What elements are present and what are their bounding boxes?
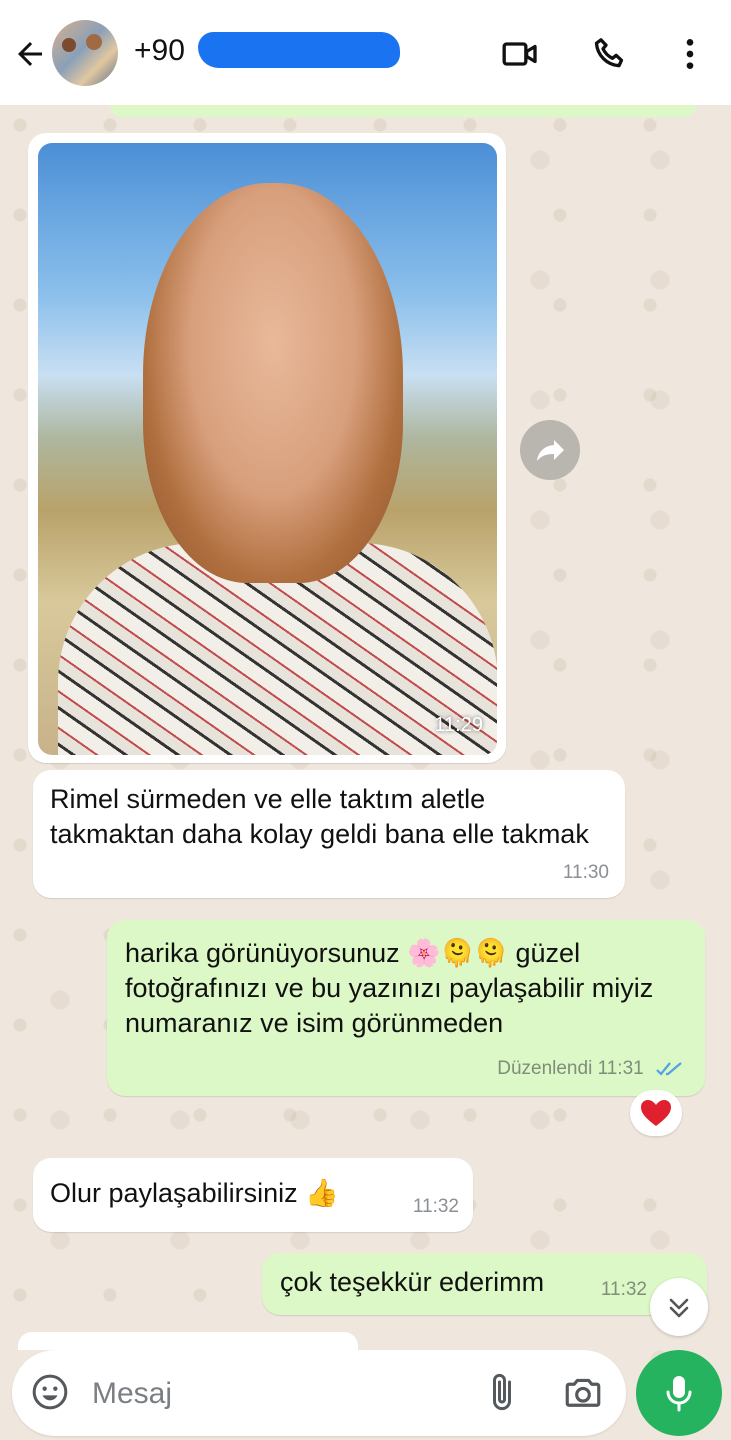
camera-icon[interactable] (562, 1372, 604, 1414)
message-text: Rimel sürmeden ve elle taktım aletle tak… (50, 784, 589, 849)
chat-header: +90 (0, 0, 731, 105)
next-incoming-bubble-edge (18, 1332, 358, 1350)
message-time: 11:32 (412, 1196, 459, 1217)
message-meta: Düzenlendi 11:31 (497, 1051, 685, 1086)
image-message-bubble[interactable]: 11:29 (28, 133, 506, 763)
contact-name[interactable]: +90 (134, 34, 185, 68)
phone-icon[interactable] (590, 34, 630, 74)
outgoing-message-bubble[interactable]: çok teşekkür ederimm 11:32 (262, 1253, 707, 1315)
photo-content-portrait (143, 183, 403, 583)
message-composer (12, 1350, 626, 1436)
message-input[interactable] (90, 1368, 474, 1420)
attach-icon[interactable] (482, 1372, 522, 1412)
message-text: harika görünüyorsunuz 🌸🫠🫠 güzel fotoğraf… (125, 938, 654, 1038)
heart-icon (641, 1100, 671, 1126)
message-text: çok teşekkür ederimm (280, 1267, 545, 1297)
read-receipt-icon (656, 1062, 682, 1076)
message-time: 11:29 (434, 714, 483, 736)
message-text: Olur paylaşabilirsiniz 👍 (50, 1178, 339, 1208)
emoji-icon[interactable] (30, 1372, 70, 1412)
contact-avatar[interactable] (52, 20, 118, 86)
forward-icon (537, 440, 564, 461)
microphone-icon (666, 1376, 692, 1412)
message-time: 11:30 (562, 862, 609, 883)
back-arrow-icon[interactable] (12, 36, 48, 72)
voice-message-button[interactable] (636, 1350, 722, 1436)
scroll-to-bottom-button[interactable] (650, 1278, 708, 1336)
outgoing-message-bubble[interactable]: harika görünüyorsunuz 🌸🫠🫠 güzel fotoğraf… (107, 920, 705, 1096)
incoming-message-bubble[interactable]: Rimel sürmeden ve elle taktım aletle tak… (33, 770, 625, 898)
message-time: 11:32 (600, 1279, 647, 1300)
message-time: 11:31 (597, 1058, 644, 1079)
edited-label: Düzenlendi (497, 1058, 593, 1079)
message-reaction[interactable] (630, 1090, 682, 1136)
video-call-icon[interactable] (500, 34, 540, 74)
incoming-message-bubble[interactable]: Olur paylaşabilirsiniz 👍 11:32 (33, 1158, 473, 1232)
forward-button[interactable] (520, 420, 580, 480)
redacted-number-overlay (198, 32, 400, 68)
chevron-double-down-icon (669, 1298, 689, 1318)
more-vert-icon[interactable] (670, 34, 710, 74)
previous-outgoing-bubble-edge (110, 105, 696, 117)
shared-photo[interactable]: 11:29 (38, 143, 497, 755)
